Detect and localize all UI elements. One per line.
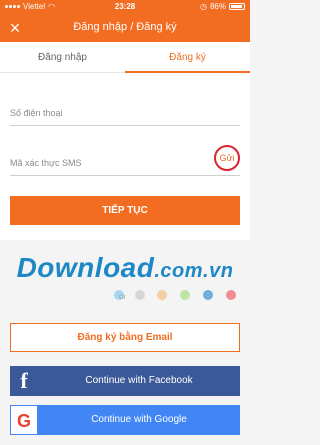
google-button-label: Continue with Google [91, 414, 187, 425]
tab-register[interactable]: Đăng ký [125, 42, 250, 73]
alarm-icon: ◷ [200, 2, 207, 11]
divider-dot [203, 290, 213, 300]
divider-dot [157, 290, 167, 300]
header-bar: Viettel ◠ 23:28 ◷ 86% × Đăng nhập / Đăng… [0, 0, 250, 42]
google-button[interactable]: G Continue with Google [10, 405, 240, 435]
send-code-button[interactable]: Gửi [214, 145, 240, 171]
status-bar: Viettel ◠ 23:28 ◷ 86% [0, 0, 250, 14]
phone-placeholder: Số điện thoại [10, 108, 63, 118]
divider-dot [226, 290, 236, 300]
google-icon: G [10, 405, 38, 435]
sms-code-placeholder: Mã xác thực SMS [10, 158, 82, 168]
or-label: Or [119, 295, 126, 301]
register-email-button[interactable]: Đăng ký bằng Email [10, 323, 240, 352]
sms-code-field[interactable]: Mã xác thực SMS Gửi [10, 145, 240, 176]
battery-icon [229, 3, 245, 10]
divider-dot [135, 290, 145, 300]
facebook-icon: f [20, 368, 28, 393]
battery-percent: 86% [209, 2, 226, 11]
phone-field[interactable]: Số điện thoại [10, 102, 240, 126]
tab-login[interactable]: Đăng nhập [0, 42, 125, 73]
page-title: Đăng nhập / Đăng ký [73, 21, 177, 33]
watermark-logo: Download.com.vn [16, 252, 234, 283]
divider-dot [180, 290, 190, 300]
facebook-button-label: Continue with Facebook [85, 375, 193, 386]
auth-tabs: Đăng nhập Đăng ký [0, 42, 250, 73]
facebook-button[interactable]: f Continue with Facebook [10, 366, 240, 396]
continue-button[interactable]: TIẾP TỤC [10, 196, 240, 225]
or-divider: Or [0, 286, 250, 302]
